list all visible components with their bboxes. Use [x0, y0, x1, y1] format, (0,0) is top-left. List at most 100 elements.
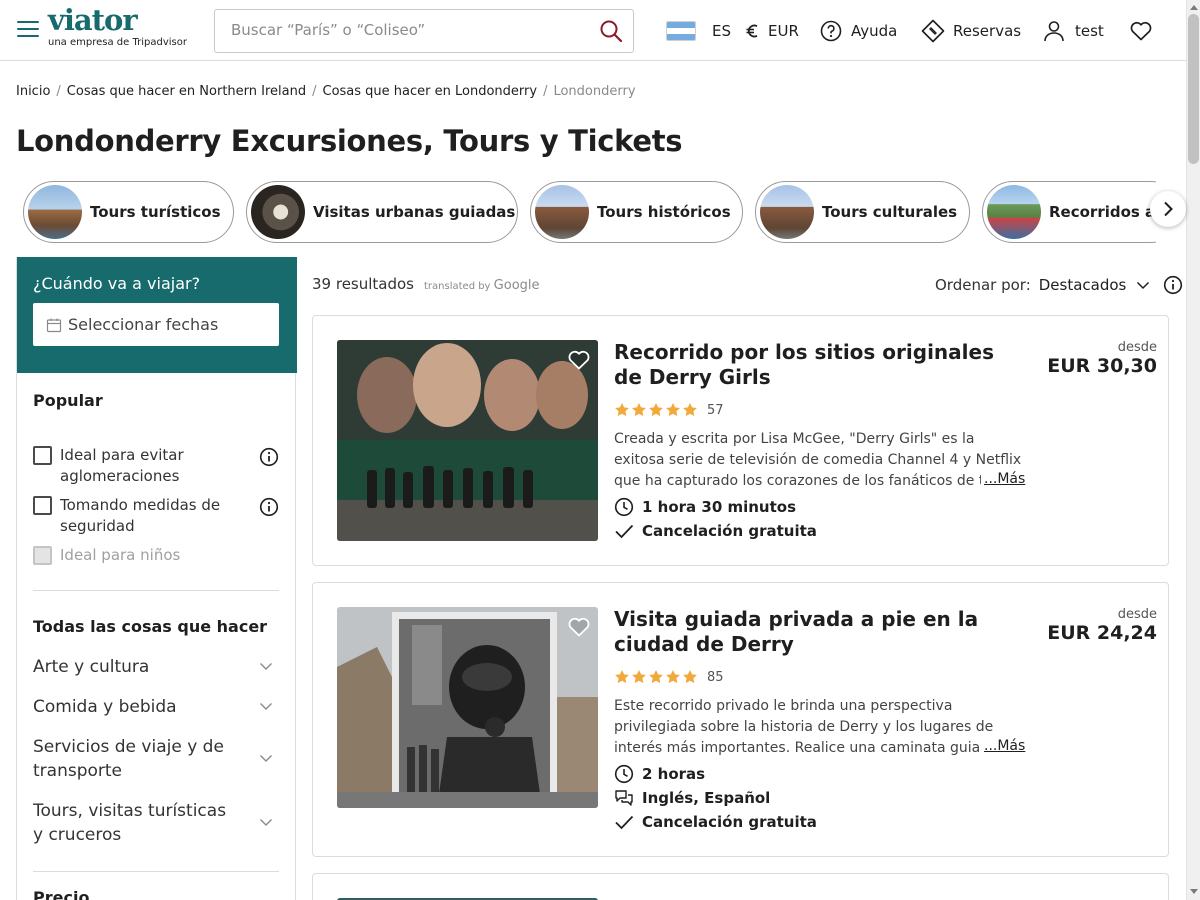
account-link[interactable]: test: [1043, 19, 1104, 43]
wishlist-button[interactable]: [1130, 19, 1152, 43]
filters-sidebar: ¿Cuándo va a viajar? Seleccionar fechas …: [16, 257, 297, 900]
checkmark-icon: [615, 524, 634, 539]
filter-checkbox-disabled: Ideal para niños: [33, 545, 281, 566]
product-image[interactable]: [337, 607, 598, 808]
help-icon: [820, 20, 842, 42]
category-thumbnail: [760, 185, 814, 239]
category-chip[interactable]: Tours culturales: [755, 181, 970, 243]
rating-stars: [614, 669, 699, 685]
sort-value[interactable]: Destacados: [1039, 276, 1127, 294]
product-image[interactable]: [337, 340, 598, 541]
popular-title: Popular: [33, 391, 103, 410]
category-chip[interactable]: Tours turísticos: [23, 181, 234, 243]
google-translate-attribution: translated by Google: [424, 278, 540, 293]
calendar-icon: [46, 318, 62, 332]
product-title[interactable]: Visita guiada privada a pie en la ciudad…: [614, 607, 1014, 657]
ticket-icon: [921, 19, 945, 43]
help-link[interactable]: Ayuda: [820, 19, 897, 43]
category-label: Tours históricos: [597, 203, 731, 221]
filter-checkbox[interactable]: Tomando medidas de seguridad: [33, 495, 281, 537]
accordion-label: Arte y cultura: [33, 657, 150, 677]
more-link[interactable]: ...Más: [981, 471, 1026, 487]
viator-logo[interactable]: viator una empresa de Tripadvisor: [48, 4, 187, 48]
category-label: Recorridos a pie: [1049, 203, 1156, 221]
heart-icon[interactable]: [568, 617, 590, 637]
duration-text: 2 horas: [642, 765, 706, 783]
page-title: Londonderry Excursiones, Tours y Tickets: [16, 124, 683, 158]
duration-text: 1 hora 30 minutos: [642, 498, 797, 516]
filter-label: Ideal para evitar aglomeraciones: [60, 446, 184, 485]
star-icon: [666, 403, 680, 417]
breadcrumb: Inicio / Cosas que hacer en Northern Ire…: [16, 84, 636, 99]
help-label: Ayuda: [851, 22, 898, 40]
currency-selector[interactable]: EUR: [744, 19, 799, 43]
top-header: viator una empresa de Tripadvisor ES EUR…: [0, 0, 1186, 61]
category-thumbnail: [251, 185, 305, 239]
star-icon: [683, 670, 697, 684]
page-scrollbar[interactable]: [1186, 0, 1200, 900]
category-label: Visitas urbanas guiadas: [313, 203, 516, 221]
scroll-up-icon[interactable]: [1190, 5, 1198, 10]
price-from-label: desde: [1117, 340, 1157, 355]
menu-icon[interactable]: [17, 21, 39, 39]
filter-label: Tomando medidas de seguridad: [60, 496, 221, 535]
product-title[interactable]: Recorrido por los sitios originales de D…: [614, 340, 1014, 390]
info-icon[interactable]: [259, 497, 279, 517]
search-icon[interactable]: [599, 19, 625, 45]
scroll-thumb[interactable]: [1188, 14, 1199, 164]
results-summary: 39 resultados translated by Google: [312, 275, 540, 293]
argentina-flag-icon: [666, 21, 696, 41]
accordion-tours-cruceros[interactable]: Tours, visitas turísticas y cruceros: [33, 799, 279, 847]
checkbox[interactable]: [33, 446, 52, 465]
results-count: 39 resultados: [312, 275, 414, 293]
accordion-label: Comida y bebida: [33, 697, 177, 717]
languages-text: Inglés, Español: [642, 789, 771, 807]
date-placeholder: Seleccionar fechas: [68, 315, 219, 334]
carousel-next-button[interactable]: [1150, 191, 1186, 227]
category-chip[interactable]: Recorridos a pie: [982, 181, 1156, 243]
date-select-field[interactable]: Seleccionar fechas: [33, 303, 279, 346]
price-amount: EUR 24,24: [1047, 622, 1157, 644]
heart-icon[interactable]: [568, 350, 590, 370]
accordion-servicios-viaje[interactable]: Servicios de viaje y de transporte: [33, 735, 279, 783]
heart-icon: [1130, 21, 1152, 41]
category-chip[interactable]: Visitas urbanas guiadas: [246, 181, 518, 243]
checkbox[interactable]: [33, 496, 52, 515]
accordion-comida-bebida[interactable]: Comida y bebida: [33, 695, 279, 719]
divider: [33, 871, 279, 872]
breadcrumb-current: Londonderry: [553, 84, 636, 99]
scroll-down-icon[interactable]: [1190, 889, 1198, 894]
bookings-link[interactable]: Reservas: [921, 19, 1021, 43]
breadcrumb-link[interactable]: Cosas que hacer en Northern Ireland: [67, 84, 306, 99]
product-card[interactable]: Recorrido por los sitios originales de D…: [312, 315, 1169, 566]
search-input[interactable]: [231, 10, 591, 50]
category-chip[interactable]: Tours históricos: [530, 181, 743, 243]
chevron-down-icon: [260, 755, 272, 762]
breadcrumb-link[interactable]: Cosas que hacer en Londonderry: [323, 84, 538, 99]
price-title: Precio: [33, 888, 90, 900]
rating: 57: [614, 402, 724, 418]
user-label: test: [1075, 22, 1104, 40]
checkbox: [33, 546, 52, 565]
when-label: ¿Cuándo va a viajar?: [33, 274, 201, 293]
search-box: [214, 9, 634, 53]
currency-label: EUR: [768, 22, 799, 40]
price-block: desde EUR 30,30: [1047, 340, 1157, 377]
accordion-arte-cultura[interactable]: Arte y cultura: [33, 655, 279, 679]
star-icon: [615, 403, 629, 417]
info-icon[interactable]: [1163, 275, 1183, 295]
info-icon[interactable]: [259, 447, 279, 467]
more-link[interactable]: ...Más: [981, 738, 1026, 754]
chevron-down-icon: [260, 663, 272, 670]
category-label: Tours culturales: [822, 203, 958, 221]
divider: [33, 590, 279, 591]
product-card[interactable]: [312, 873, 1169, 900]
language-selector[interactable]: ES: [666, 19, 731, 43]
sort-control[interactable]: Ordenar por: Destacados: [935, 275, 1183, 295]
cancellation-text: Cancelación gratuita: [642, 522, 817, 540]
breadcrumb-link[interactable]: Inicio: [16, 84, 50, 99]
filter-label: Ideal para niños: [60, 546, 181, 564]
filter-checkbox[interactable]: Ideal para evitar aglomeraciones: [33, 445, 281, 487]
cancellation: Cancelación gratuita: [614, 812, 817, 832]
product-card[interactable]: Visita guiada privada a pie en la ciudad…: [312, 582, 1169, 857]
